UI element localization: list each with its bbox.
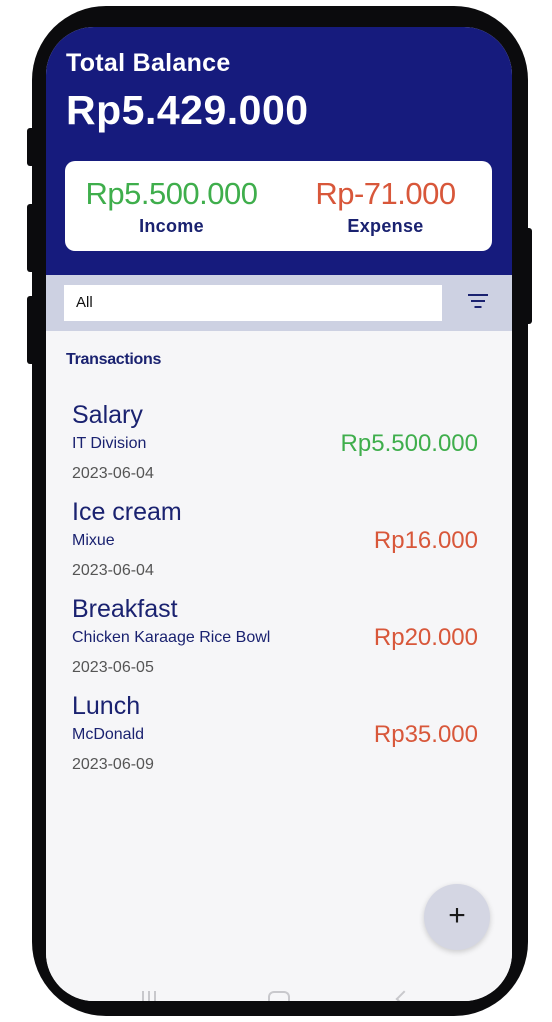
transaction-title: Salary [72,401,143,429]
transaction-date: 2023-06-04 [72,465,154,482]
expense-summary: Rp-71.000 Expense [279,173,492,237]
transaction-amount: Rp20.000 [373,624,478,651]
filter-dropdown[interactable]: All [64,285,442,321]
recent-apps-icon[interactable] [142,991,156,1001]
system-nav-bar [46,979,512,1001]
summary-card: Rp5.500.000 Income Rp-71.000 Expense [65,161,492,251]
transaction-row[interactable]: Lunch McDonald 2023-06-09 Rp35.000 [72,692,478,788]
volume-up-button [27,204,35,272]
transaction-description: Mixue [72,532,115,549]
plus-icon: + [448,899,466,932]
transaction-description: McDonald [72,726,145,743]
total-balance-label: Total Balance [66,49,231,77]
expense-amount: Rp-71.000 [315,176,456,211]
volume-down-button [27,296,35,364]
transaction-title: Ice cream [72,498,182,526]
app-screen: Total Balance Rp5.429.000 Rp5.500.000 In… [46,27,512,1001]
balance-header: Total Balance Rp5.429.000 Rp5.500.000 In… [46,27,512,275]
transaction-date: 2023-06-04 [72,562,154,579]
income-amount: Rp5.500.000 [85,176,258,211]
transaction-description: Chicken Karaage Rice Bowl [72,629,271,646]
transaction-date: 2023-06-09 [72,756,154,773]
side-button [524,228,532,324]
power-button [27,128,35,166]
income-label: Income [139,216,204,236]
transaction-description: IT Division [72,435,147,452]
home-icon[interactable] [268,991,290,1001]
total-balance-value: Rp5.429.000 [66,87,309,133]
filter-icon[interactable] [466,291,490,313]
back-icon[interactable] [395,990,413,1001]
expense-label: Expense [347,216,424,236]
transactions-title: Transactions [66,351,162,368]
transaction-amount: Rp5.500.000 [340,430,478,457]
transaction-amount: Rp35.000 [373,721,478,748]
transaction-title: Lunch [72,692,141,720]
transaction-title: Breakfast [72,595,178,623]
transaction-row[interactable]: Salary IT Division 2023-06-04 Rp5.500.000 [72,401,478,497]
transaction-row[interactable]: Breakfast Chicken Karaage Rice Bowl 2023-0… [72,595,478,691]
transaction-row[interactable]: Ice cream Mixue 2023-06-04 Rp16.000 [72,498,478,594]
filter-bar: All [46,275,512,331]
transaction-date: 2023-06-05 [72,659,154,676]
transaction-amount: Rp16.000 [373,527,478,554]
income-summary: Rp5.500.000 Income [65,173,278,237]
add-transaction-button[interactable]: + [424,884,490,950]
